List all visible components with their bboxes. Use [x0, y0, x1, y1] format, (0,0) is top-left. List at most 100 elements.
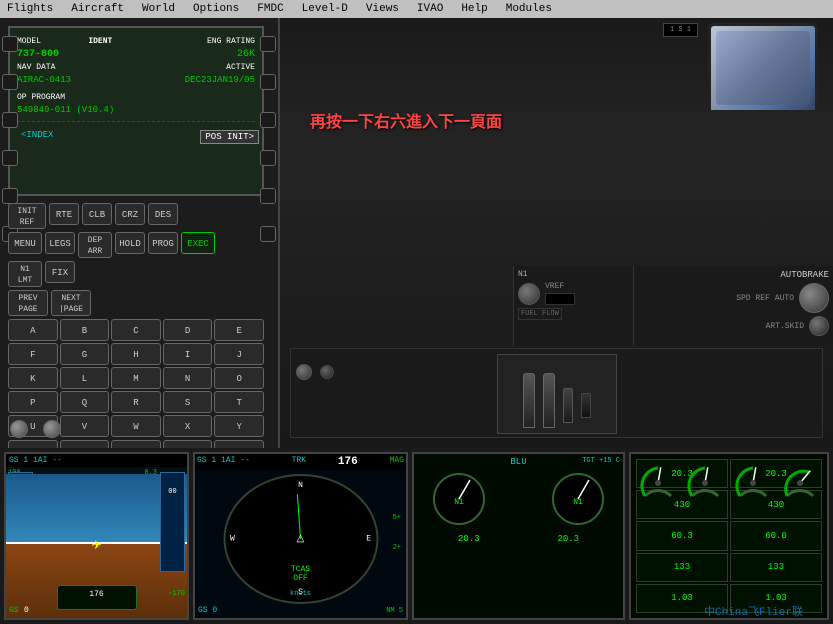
- pedestal-knob-1[interactable]: [296, 364, 312, 380]
- btn-crz[interactable]: CRZ: [115, 203, 145, 225]
- btn-l[interactable]: L: [60, 367, 110, 389]
- lsk-r1[interactable]: [260, 36, 276, 52]
- btn-w[interactable]: W: [111, 415, 161, 437]
- tcas-area: TCAS OFF: [291, 565, 310, 583]
- fmc-lsk1[interactable]: <INDEX: [21, 130, 53, 144]
- n1-knob[interactable]: [518, 283, 540, 305]
- pedestal-knob-2[interactable]: [320, 365, 334, 379]
- brightness-knob-2[interactable]: [43, 420, 61, 438]
- spd-ref-label: SPD REF: [736, 294, 770, 303]
- btn-prog[interactable]: PROG: [148, 232, 178, 254]
- nd-center-aircraft: △: [297, 533, 305, 545]
- lsk-l3[interactable]: [2, 112, 18, 128]
- fmc-date-value: DEC23JAN19/05: [185, 74, 255, 87]
- menu-item-world[interactable]: World: [139, 3, 178, 15]
- eicas-upper-display: BLU N1 N1 20.3 20.3: [412, 452, 625, 620]
- btn-n1-lmt[interactable]: N1LMT: [8, 261, 42, 287]
- throttle-quadrant: [497, 354, 617, 434]
- art-skid-label: ART.SKID: [766, 322, 804, 331]
- eicas-instruments-grid: 20.3 20.3 430 430 60.3 60.0: [636, 459, 822, 613]
- eicas-val-4a: 133: [636, 553, 728, 582]
- eicas-n1-val2: 20.3: [557, 534, 579, 544]
- menu-item-aircraft[interactable]: Aircraft: [68, 3, 127, 15]
- pfd-top-label: GS 1 1AI --: [6, 454, 187, 467]
- btn-g[interactable]: G: [60, 343, 110, 365]
- btn-a[interactable]: A: [8, 319, 58, 341]
- btn-des[interactable]: DES: [148, 203, 178, 225]
- lsk-l2[interactable]: [2, 74, 18, 90]
- fmc-version-value: 549849-011 (V10.4): [17, 104, 114, 117]
- fmc-lsk2[interactable]: POS INIT>: [200, 130, 259, 144]
- fmc-screen: MODEL IDENT ENG RATING 737-800 26K NAV D…: [8, 26, 264, 196]
- btn-p[interactable]: P: [8, 391, 58, 413]
- lsk-r2[interactable]: [260, 74, 276, 90]
- btn-s[interactable]: S: [163, 391, 213, 413]
- btn-exec[interactable]: EXEC: [181, 232, 215, 254]
- menu-item-modules[interactable]: Modules: [503, 3, 555, 15]
- art-skid-knob[interactable]: [809, 316, 829, 336]
- lsk-r3[interactable]: [260, 112, 276, 128]
- menu-item-help[interactable]: Help: [458, 3, 490, 15]
- lsk-l1[interactable]: [2, 36, 18, 52]
- vref-display: [545, 293, 575, 305]
- lower-displays-area: GS 1 1AI -- 100 80 70 ✈ 00: [0, 448, 833, 624]
- btn-y[interactable]: Y: [214, 415, 264, 437]
- btn-d[interactable]: D: [163, 319, 213, 341]
- btn-q[interactable]: Q: [60, 391, 110, 413]
- btn-b[interactable]: B: [60, 319, 110, 341]
- fmc-panel: MODEL IDENT ENG RATING 737-800 26K NAV D…: [0, 18, 280, 448]
- btn-o[interactable]: O: [214, 367, 264, 389]
- btn-clb[interactable]: CLB: [82, 203, 112, 225]
- pfd-display: GS 1 1AI -- 100 80 70 ✈ 00: [4, 452, 189, 620]
- btn-prev-page[interactable]: PREVPAGE: [8, 290, 48, 316]
- btn-k[interactable]: K: [8, 367, 58, 389]
- eicas-val-4b: 133: [730, 553, 822, 582]
- nd-compass-circle: N S W E △: [223, 474, 378, 604]
- throttle-2[interactable]: [543, 373, 555, 428]
- fmc-navdata-label: NAV DATA: [17, 61, 55, 74]
- menu-item-views[interactable]: Views: [363, 3, 402, 15]
- btn-e[interactable]: E: [214, 319, 264, 341]
- btn-r[interactable]: R: [111, 391, 161, 413]
- flap-lever[interactable]: [581, 393, 591, 418]
- speedbrake-lever[interactable]: [563, 388, 573, 423]
- btn-legs[interactable]: LEGS: [45, 232, 75, 254]
- lsk-r4[interactable]: [260, 150, 276, 166]
- btn-t[interactable]: T: [214, 391, 264, 413]
- menu-item-level-d[interactable]: Level-D: [299, 3, 351, 15]
- btn-hold[interactable]: HOLD: [115, 232, 145, 254]
- btn-j[interactable]: J: [214, 343, 264, 365]
- n1-panel-label: N1: [518, 270, 629, 279]
- fmc-model-label: MODEL: [17, 35, 41, 48]
- btn-menu[interactable]: MENU: [8, 232, 42, 254]
- menu-item-options[interactable]: Options: [190, 3, 242, 15]
- lsk-r5[interactable]: [260, 188, 276, 204]
- btn-c[interactable]: C: [111, 319, 161, 341]
- btn-next-page[interactable]: NEXT|PAGE: [51, 290, 91, 316]
- btn-rte[interactable]: RTE: [49, 203, 79, 225]
- pfd-gs-label: GS: [9, 606, 19, 615]
- btn-m[interactable]: M: [111, 367, 161, 389]
- btn-i[interactable]: I: [163, 343, 213, 365]
- menu-item-ivao[interactable]: IVAO: [414, 3, 446, 15]
- lsk-l4[interactable]: [2, 150, 18, 166]
- fuel-flow-label[interactable]: FUEL FLOW: [518, 308, 562, 320]
- btn-n[interactable]: N: [163, 367, 213, 389]
- brightness-knob-1[interactable]: [10, 420, 28, 438]
- menu-item-flights[interactable]: Flights: [4, 3, 56, 15]
- btn-x[interactable]: X: [163, 415, 213, 437]
- throttle-1[interactable]: [523, 373, 535, 428]
- btn-fix[interactable]: FIX: [45, 261, 75, 283]
- btn-dep-arr[interactable]: DEPARR: [78, 232, 112, 258]
- lsk-l5[interactable]: [2, 188, 18, 204]
- autobrake-knob[interactable]: [799, 283, 829, 313]
- engine1-gauge: N1: [429, 469, 489, 529]
- nd-scale: NM 5: [386, 607, 403, 615]
- btn-f[interactable]: F: [8, 343, 58, 365]
- eicas-n1-2: 20.3: [730, 459, 822, 488]
- eicas-n1-label: BLU: [510, 457, 526, 467]
- btn-h[interactable]: H: [111, 343, 161, 365]
- btn-v[interactable]: V: [60, 415, 110, 437]
- btn-init-ref[interactable]: INITREF: [8, 203, 46, 229]
- menu-item-fmdc[interactable]: FMDC: [254, 3, 286, 15]
